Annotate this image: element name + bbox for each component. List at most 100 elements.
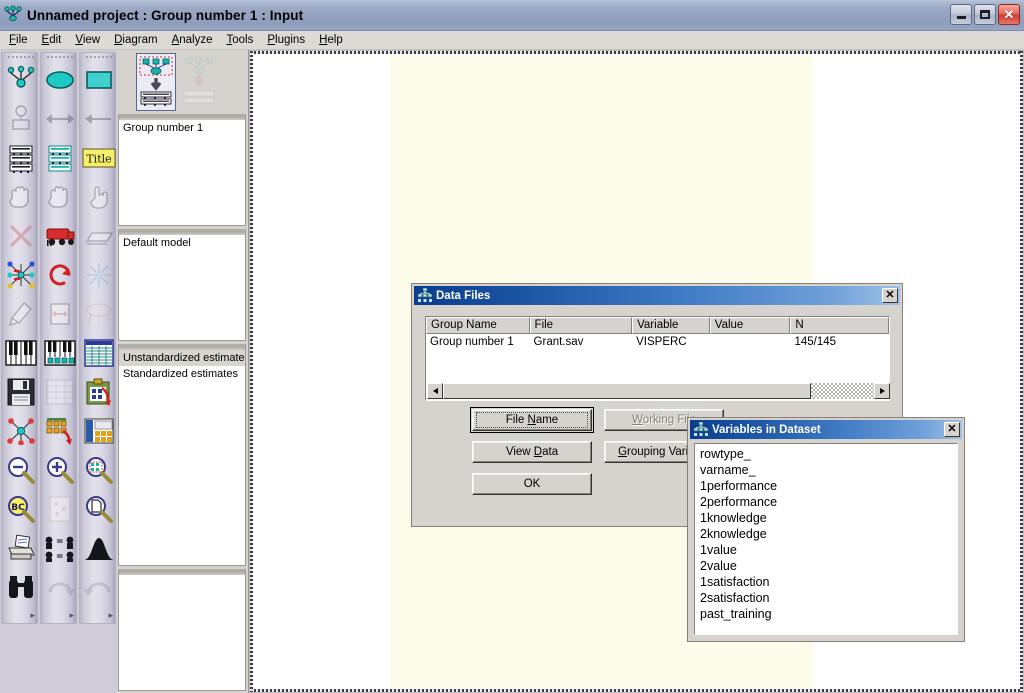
maximize-button[interactable] — [974, 4, 996, 25]
bayesian-estimation-icon[interactable] — [81, 529, 116, 567]
list-variables-in-model-stack-icon[interactable] — [3, 139, 38, 177]
draw-single-arrow-icon[interactable] — [81, 100, 116, 138]
list-item[interactable]: rowtype_ — [695, 446, 957, 462]
table-row[interactable]: Group number 1 Grant.sav VISPERC 145/145 — [426, 334, 889, 352]
move-parameter-values-icon[interactable] — [42, 295, 77, 333]
draw-unobserved-variable-icon[interactable] — [42, 61, 77, 99]
print-diagram-icon[interactable] — [3, 529, 38, 567]
menu-view[interactable]: View — [68, 32, 107, 49]
list-variables-in-model-piano-icon[interactable] — [3, 334, 38, 372]
column-header-variable[interactable]: Variable — [632, 317, 710, 334]
file-name-button[interactable]: File Name — [470, 407, 594, 433]
palette-overflow-3[interactable]: ▸ — [81, 606, 116, 622]
object-properties-icon[interactable]: BC — [3, 490, 38, 528]
palette-overflow-1[interactable]: ▸ — [3, 606, 38, 622]
palette-overflow-2[interactable]: ▸ — [42, 606, 77, 622]
palette-grip-1[interactable] — [7, 55, 34, 60]
menu-plugins[interactable]: Plugins — [260, 32, 312, 49]
list-item[interactable]: 1performance — [695, 478, 957, 494]
list-variables-in-dataset-icon[interactable] — [42, 139, 77, 177]
select-data-file-icon[interactable] — [42, 217, 77, 255]
list-item[interactable]: 1value — [695, 542, 957, 558]
groups-list[interactable]: Group number 1 — [118, 114, 246, 226]
minimize-button[interactable] — [950, 4, 972, 25]
estimates-list[interactable]: Unstandardized estimates Standardized es… — [118, 344, 246, 566]
duplicate-objects-hand-icon[interactable] — [42, 178, 77, 216]
object-properties-clipboard-icon[interactable] — [81, 373, 116, 411]
close-button[interactable]: ✕ — [998, 4, 1020, 25]
copy-to-clipboard-icon[interactable] — [81, 412, 116, 450]
list-item[interactable]: varname_ — [695, 462, 957, 478]
touch-up-variable-icon[interactable] — [3, 295, 38, 333]
scroll-right-button[interactable] — [874, 383, 890, 399]
display-output-table-icon[interactable] — [42, 373, 77, 411]
rotate-indicators-icon[interactable] — [42, 256, 77, 294]
scroll-left-button[interactable] — [427, 383, 443, 399]
view-text-output-icon[interactable] — [81, 334, 116, 372]
view-model-in-magnifier-icon[interactable] — [81, 451, 116, 489]
menu-edit[interactable]: Edit — [35, 32, 69, 49]
close-icon[interactable]: ✕ — [944, 422, 960, 437]
column-header-value[interactable]: Value — [709, 317, 791, 334]
data-files-dialog-titlebar[interactable]: Data Files ✕ — [414, 286, 900, 305]
menu-analyze[interactable]: Analyze — [165, 32, 220, 49]
fit-measures-list[interactable] — [118, 569, 246, 691]
list-item[interactable]: 1satisfaction — [695, 574, 957, 590]
list-item-standardized-estimates[interactable]: Standardized estimates — [119, 366, 245, 382]
list-item-group[interactable]: Group number 1 — [119, 120, 245, 136]
list-item-model[interactable]: Default model — [119, 235, 245, 251]
move-objects-hand-icon[interactable] — [3, 178, 38, 216]
palette-grip-2[interactable] — [46, 55, 73, 60]
undo-icon[interactable] — [81, 568, 116, 606]
draw-observed-variable-icon[interactable] — [3, 61, 38, 99]
preserve-symmetries-icon[interactable]: = = — [42, 529, 77, 567]
list-item[interactable]: 2value — [695, 558, 957, 574]
menu-help[interactable]: Help — [312, 32, 350, 49]
fit-to-page-icon[interactable] — [81, 490, 116, 528]
save-diagram-icon[interactable] — [3, 373, 38, 411]
grid-horizontal-scrollbar[interactable] — [427, 383, 890, 399]
models-list[interactable]: Default model — [118, 229, 246, 341]
data-files-grid[interactable]: Group Name File Variable Value N Group n… — [425, 316, 890, 401]
view-input-path-diagram-icon[interactable] — [136, 53, 176, 111]
list-item[interactable]: 1knowledge — [695, 510, 957, 526]
column-header-file[interactable]: File — [529, 317, 633, 334]
list-item[interactable]: 2performance — [695, 494, 957, 510]
list-item[interactable]: 2knowledge — [695, 526, 957, 542]
figure-caption-title-icon[interactable]: Title — [81, 139, 116, 177]
column-header-n[interactable]: N — [790, 317, 889, 334]
search-binoculars-icon[interactable] — [3, 568, 38, 606]
deselect-all-objects-icon[interactable] — [81, 256, 116, 294]
column-header-group-name[interactable]: Group Name — [426, 317, 530, 334]
draw-latent-variable-icon[interactable] — [3, 100, 38, 138]
menu-diagram[interactable]: Diagram — [107, 32, 164, 49]
zoom-in-icon[interactable] — [42, 451, 77, 489]
scrollbar-track[interactable] — [811, 383, 874, 399]
redo-icon[interactable] — [42, 568, 77, 606]
draw-covariance-double-arrow-icon[interactable] — [42, 100, 77, 138]
draw-rectangle-variable-icon[interactable] — [81, 61, 116, 99]
scrollbar-thumb[interactable] — [443, 383, 811, 399]
view-data-button[interactable]: View Data — [472, 441, 592, 463]
variables-listbox[interactable]: rowtype_ varname_ 1performance 2performa… — [694, 443, 958, 635]
list-variables-in-dataset-piano-icon[interactable] — [42, 334, 77, 372]
ok-button[interactable]: OK — [472, 473, 592, 495]
resize-diagram-to-page-icon[interactable] — [42, 490, 77, 528]
list-item[interactable]: 2satisfaction — [695, 590, 957, 606]
close-icon[interactable]: ✕ — [882, 288, 898, 303]
view-output-path-diagram-icon[interactable] — [180, 53, 220, 111]
menu-file[interactable]: File — [2, 32, 35, 49]
reshape-object-icon[interactable] — [81, 217, 116, 255]
list-item[interactable]: past_training — [695, 606, 957, 622]
select-all-objects-icon[interactable] — [3, 256, 38, 294]
analysis-properties-icon[interactable] — [3, 412, 38, 450]
palette-grip-3[interactable] — [85, 55, 112, 60]
multiple-group-analysis-icon[interactable] — [42, 412, 77, 450]
menu-tools[interactable]: Tools — [220, 32, 261, 49]
erase-objects-x-icon[interactable] — [3, 217, 38, 255]
drag-properties-icon[interactable] — [81, 295, 116, 333]
variables-dialog-titlebar[interactable]: Variables in Dataset ✕ — [690, 420, 962, 439]
move-single-object-icon[interactable] — [81, 178, 116, 216]
zoom-out-icon[interactable] — [3, 451, 38, 489]
list-item-unstandardized-estimates[interactable]: Unstandardized estimates — [119, 350, 245, 366]
